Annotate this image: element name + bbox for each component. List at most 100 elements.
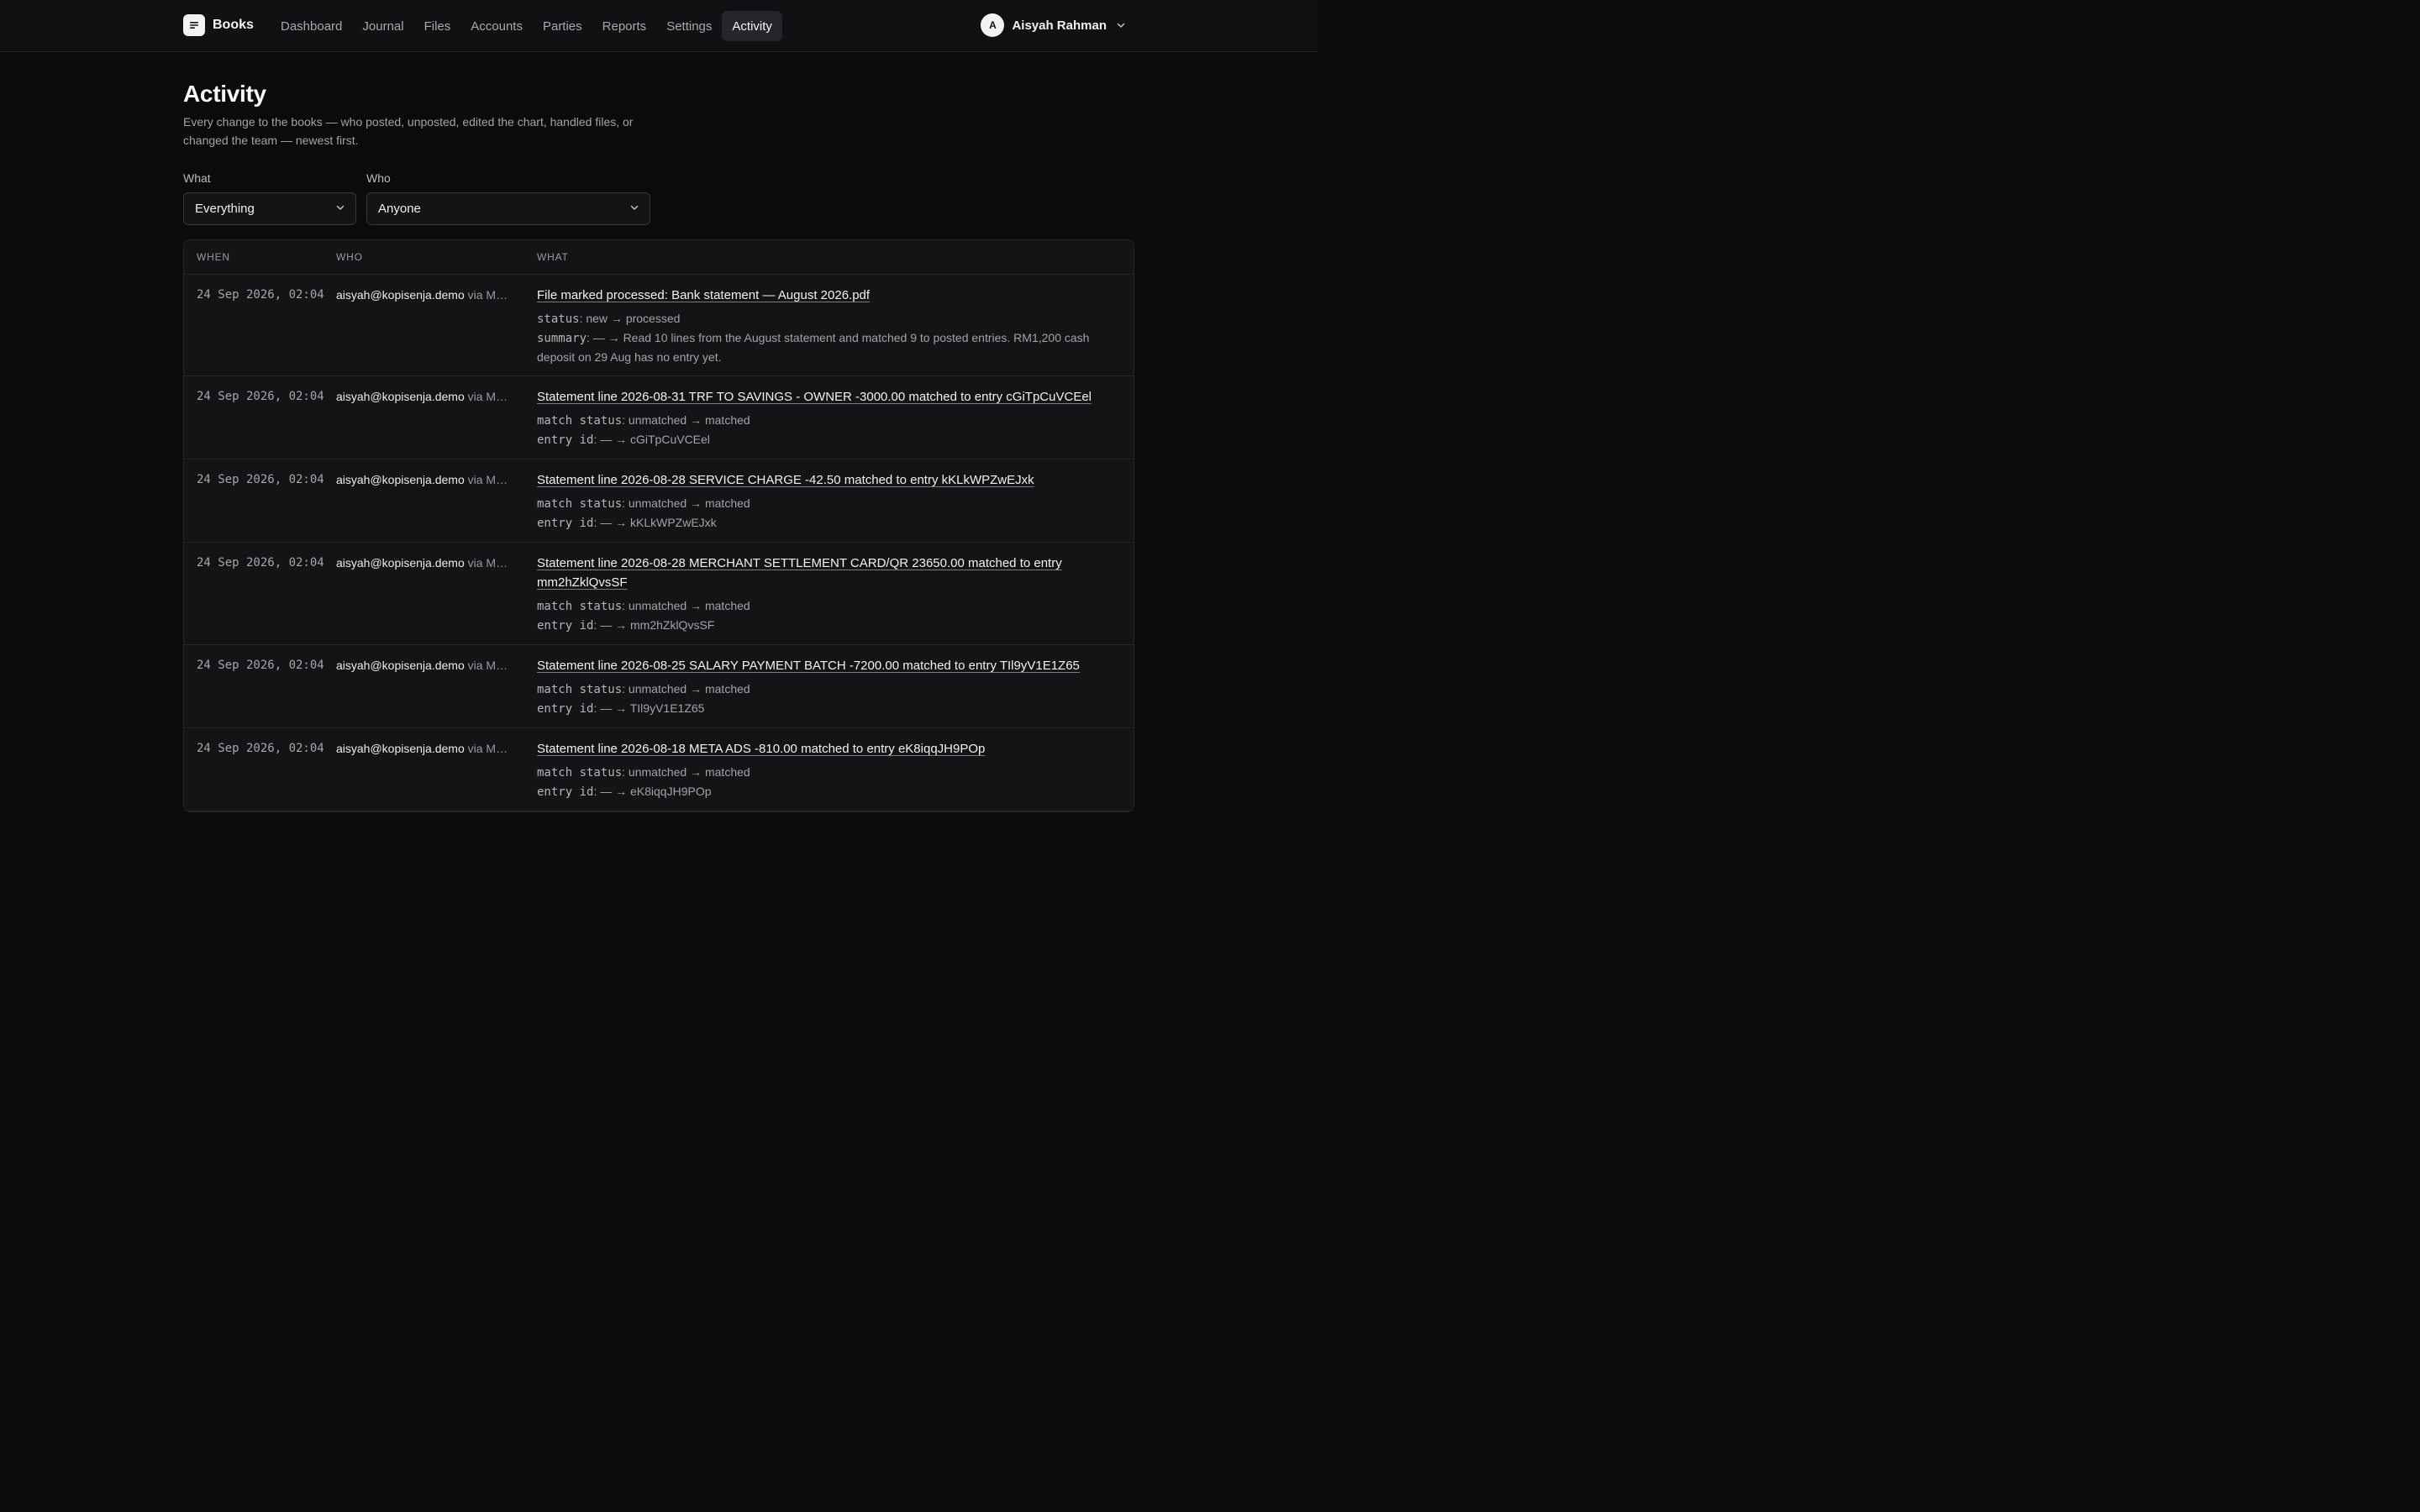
main-nav: Dashboard Journal Files Accounts Parties… <box>271 11 782 41</box>
who-filter: Who Anyone <box>366 171 650 225</box>
change-item: entry id: — → TIl9yV1E1Z65 <box>537 699 1120 718</box>
row-when: 24 Sep 2026, 02:04 <box>197 659 324 672</box>
row-who: aisyah@kopisenja.demo via M… <box>336 470 537 542</box>
change-item: status: new → processed <box>537 309 1120 328</box>
nav-item-files[interactable]: Files <box>414 11 461 41</box>
row-who: aisyah@kopisenja.demo via M… <box>336 739 537 811</box>
row-who-email: aisyah@kopisenja.demo <box>336 556 465 570</box>
row-who-via: via M… <box>467 473 508 486</box>
what-select[interactable]: Everything <box>183 192 356 225</box>
change-key: entry id <box>537 433 594 447</box>
activity-title-link[interactable]: File marked processed: Bank statement — … <box>537 288 870 302</box>
nav-item-journal[interactable]: Journal <box>352 11 413 41</box>
change-item: match status: unmatched → matched <box>537 494 1120 513</box>
change-value: : — → TIl9yV1E1Z65 <box>593 701 705 715</box>
row-when: 24 Sep 2026, 02:04 <box>197 288 324 302</box>
table-row: 24 Sep 2026, 02:04 aisyah@kopisenja.demo… <box>184 275 1134 376</box>
what-select-value: Everything <box>195 202 255 216</box>
row-when: 24 Sep 2026, 02:04 <box>197 742 324 755</box>
nav-item-activity[interactable]: Activity <box>722 11 782 41</box>
nav-item-settings[interactable]: Settings <box>656 11 722 41</box>
brand[interactable]: Books <box>183 14 254 36</box>
row-who-via: via M… <box>467 556 508 570</box>
change-key: match status <box>537 600 623 613</box>
activity-table: WHEN WHO WHAT 24 Sep 2026, 02:04 aisyah@… <box>183 239 1134 812</box>
app-name: Books <box>213 18 254 32</box>
change-key: status <box>537 312 580 326</box>
change-key: match status <box>537 683 623 696</box>
row-what: Statement line 2026-08-25 SALARY PAYMENT… <box>537 656 1134 727</box>
row-what: Statement line 2026-08-18 META ADS -810.… <box>537 739 1134 811</box>
change-key: entry id <box>537 702 594 716</box>
row-who-email: aisyah@kopisenja.demo <box>336 473 465 486</box>
change-item: match status: unmatched → matched <box>537 596 1120 616</box>
row-what: Statement line 2026-08-28 MERCHANT SETTL… <box>537 554 1134 644</box>
column-header-when[interactable]: WHEN <box>184 251 336 263</box>
row-who-email: aisyah@kopisenja.demo <box>336 742 465 755</box>
activity-title-link[interactable]: Statement line 2026-08-28 SERVICE CHARGE… <box>537 473 1034 487</box>
change-list: match status: unmatched → matched entry … <box>537 763 1120 811</box>
row-what: Statement line 2026-08-28 SERVICE CHARGE… <box>537 470 1134 542</box>
document-lines-icon <box>183 14 205 36</box>
change-value: : — → kKLkWPZwEJxk <box>593 516 717 529</box>
activity-title-link[interactable]: Statement line 2026-08-25 SALARY PAYMENT… <box>537 659 1080 673</box>
change-value: : unmatched → matched <box>622 765 750 779</box>
change-item: entry id: — → cGiTpCuVCEel <box>537 430 1120 449</box>
activity-title-link[interactable]: Statement line 2026-08-28 MERCHANT SETTL… <box>537 556 1062 590</box>
user-menu-button[interactable]: A Aisyah Rahman <box>981 13 1126 37</box>
change-value: : — → mm2hZklQvsSF <box>593 618 715 632</box>
column-header-what[interactable]: WHAT <box>537 251 1134 263</box>
chevron-down-icon <box>629 202 639 216</box>
who-select[interactable]: Anyone <box>366 192 650 225</box>
chevron-down-icon <box>1116 20 1126 30</box>
table-row: 24 Sep 2026, 02:04 aisyah@kopisenja.demo… <box>184 543 1134 645</box>
what-filter-label: What <box>183 171 211 185</box>
who-select-value: Anyone <box>378 202 421 216</box>
row-when: 24 Sep 2026, 02:04 <box>197 473 324 486</box>
change-value: : — → Read 10 lines from the August stat… <box>537 331 1090 364</box>
row-who-email: aisyah@kopisenja.demo <box>336 659 465 672</box>
change-item: entry id: — → kKLkWPZwEJxk <box>537 513 1120 533</box>
change-list: match status: unmatched → matched entry … <box>537 494 1120 542</box>
change-value: : unmatched → matched <box>622 413 750 427</box>
column-header-who[interactable]: WHO <box>336 251 537 263</box>
change-value: : unmatched → matched <box>622 496 750 510</box>
row-who-email: aisyah@kopisenja.demo <box>336 390 465 403</box>
main-content: Activity Every change to the books — who… <box>183 52 1134 812</box>
change-list: match status: unmatched → matched entry … <box>537 680 1120 727</box>
filters: What Everything Who Anyone <box>183 171 1134 225</box>
change-key: summary <box>537 332 587 345</box>
change-list: match status: unmatched → matched entry … <box>537 596 1120 644</box>
nav-item-accounts[interactable]: Accounts <box>460 11 533 41</box>
change-value: : — → eK8iqqJH9POp <box>593 785 712 798</box>
what-filter: What Everything <box>183 171 356 225</box>
row-when: 24 Sep 2026, 02:04 <box>197 390 324 403</box>
table-row: 24 Sep 2026, 02:04 aisyah@kopisenja.demo… <box>184 645 1134 728</box>
change-item: summary: — → Read 10 lines from the Augu… <box>537 328 1120 366</box>
change-item: entry id: — → mm2hZklQvsSF <box>537 616 1120 635</box>
activity-title-link[interactable]: Statement line 2026-08-31 TRF TO SAVINGS… <box>537 390 1092 404</box>
user-name: Aisyah Rahman <box>1012 18 1107 33</box>
page-subtitle: Every change to the books — who posted, … <box>183 115 634 147</box>
change-value: : unmatched → matched <box>622 682 750 696</box>
activity-title-link[interactable]: Statement line 2026-08-18 META ADS -810.… <box>537 742 985 756</box>
table-row: 24 Sep 2026, 02:04 aisyah@kopisenja.demo… <box>184 728 1134 811</box>
row-who-via: via M… <box>467 659 508 672</box>
change-list: match status: unmatched → matched entry … <box>537 411 1120 459</box>
avatar: A <box>981 13 1005 37</box>
table-row: 24 Sep 2026, 02:04 aisyah@kopisenja.demo… <box>184 459 1134 543</box>
row-who: aisyah@kopisenja.demo via M… <box>336 387 537 459</box>
nav-item-dashboard[interactable]: Dashboard <box>271 11 352 41</box>
row-what: File marked processed: Bank statement — … <box>537 286 1134 375</box>
table-header: WHEN WHO WHAT <box>184 240 1134 275</box>
change-key: entry id <box>537 619 594 633</box>
row-who: aisyah@kopisenja.demo via M… <box>336 656 537 727</box>
nav-item-reports[interactable]: Reports <box>592 11 657 41</box>
row-who: aisyah@kopisenja.demo via M… <box>336 286 537 375</box>
change-key: entry id <box>537 517 594 530</box>
nav-item-parties[interactable]: Parties <box>533 11 592 41</box>
change-item: entry id: — → eK8iqqJH9POp <box>537 782 1120 801</box>
row-who-via: via M… <box>467 288 508 302</box>
who-filter-label: Who <box>366 171 391 185</box>
row-who-via: via M… <box>467 742 508 755</box>
